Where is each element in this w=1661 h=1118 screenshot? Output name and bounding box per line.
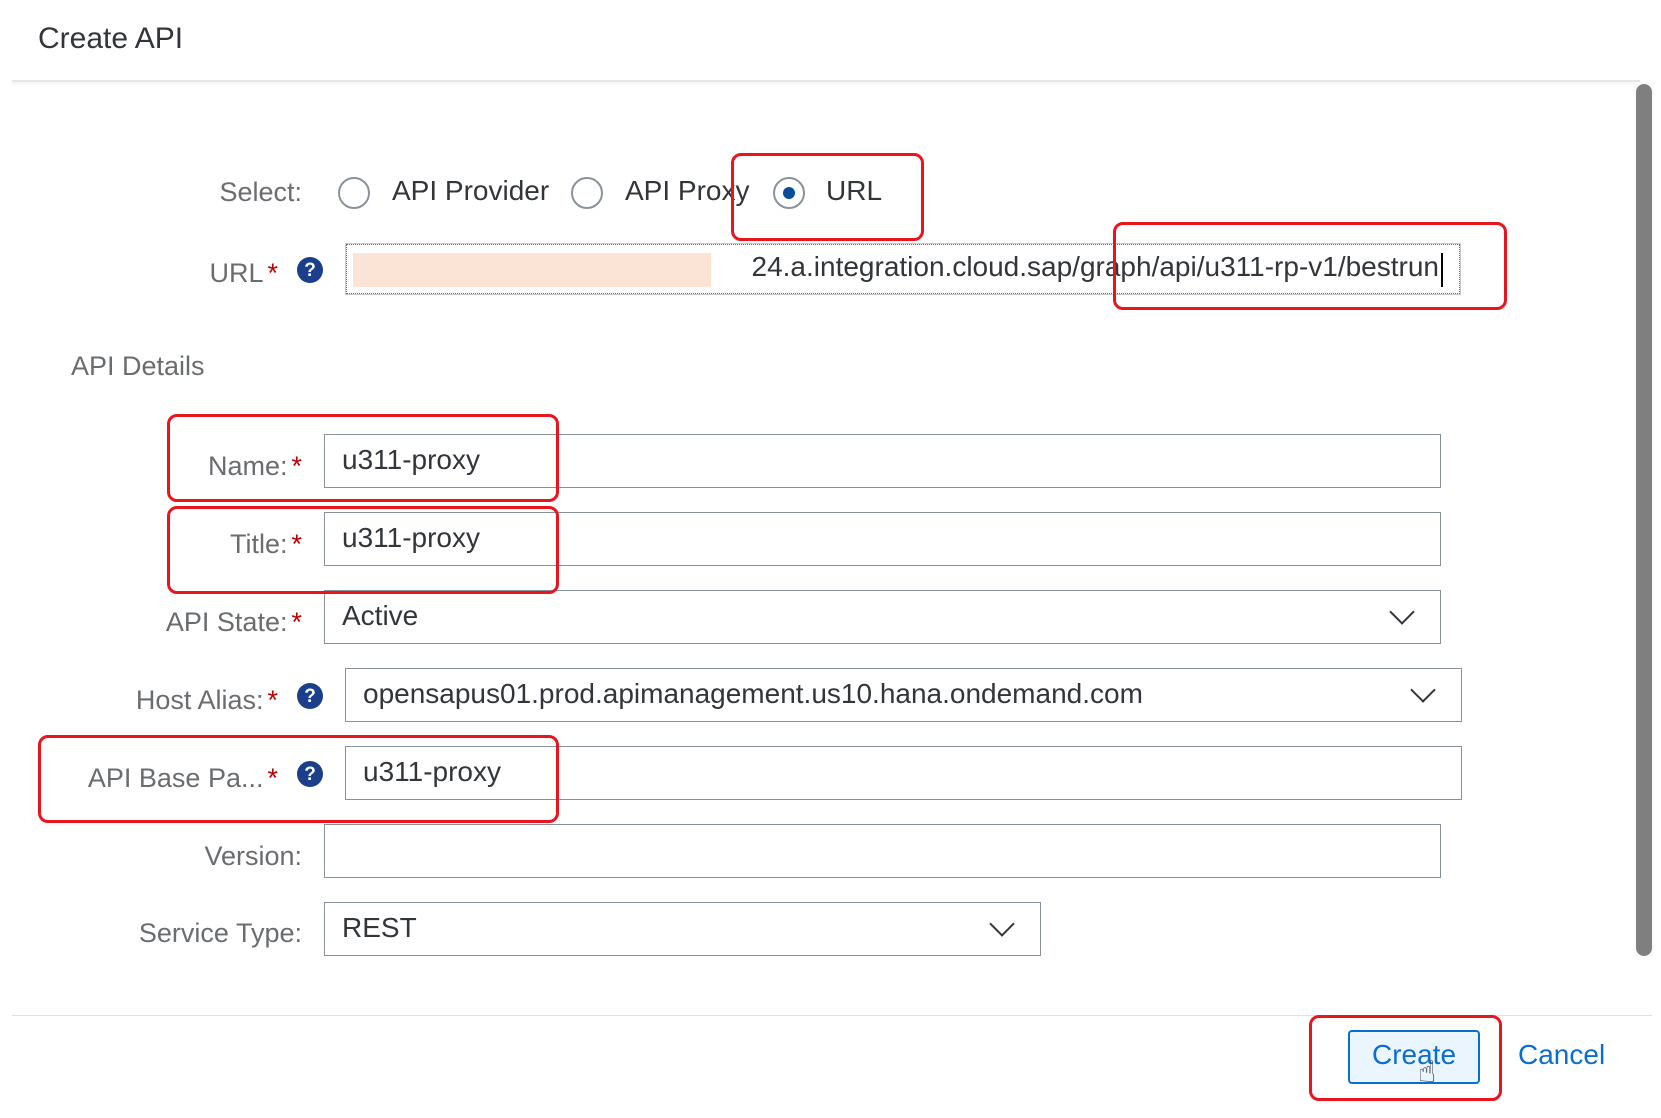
url-label-text: URL: [209, 258, 264, 288]
host-alias-select[interactable]: opensapus01.prod.apimanagement.us10.hana…: [345, 668, 1462, 722]
help-icon[interactable]: ?: [297, 683, 323, 709]
select-label: Select:: [219, 177, 302, 207]
radio-button[interactable]: [338, 177, 370, 209]
host-alias-label-text: Host Alias:: [135, 685, 264, 715]
header-separator: [12, 80, 1640, 82]
section-title-api-details: API Details: [71, 351, 205, 381]
service-type-value: REST: [324, 902, 1041, 956]
redacted-url-part: [353, 253, 711, 287]
service-type-label: Service Type:: [138, 918, 302, 948]
url-label: URL *: [150, 258, 278, 289]
annotation-box-name: [167, 414, 559, 502]
api-state-value: Active: [324, 590, 1441, 644]
annotation-box-url-end: [1113, 222, 1507, 310]
radio-button[interactable]: [571, 177, 603, 209]
api-state-select[interactable]: Active: [324, 590, 1441, 644]
host-alias-value: opensapus01.prod.apimanagement.us10.hana…: [345, 668, 1462, 722]
scrollbar-thumb[interactable]: [1636, 84, 1652, 956]
radio-api-provider[interactable]: [338, 177, 370, 209]
cancel-button[interactable]: Cancel: [1518, 1032, 1605, 1078]
annotation-box-title: [167, 506, 559, 594]
required-marker: *: [267, 258, 278, 288]
required-marker: *: [291, 607, 302, 637]
version-input[interactable]: [324, 824, 1441, 878]
radio-api-provider-label[interactable]: API Provider: [392, 175, 549, 207]
annotation-box-create: [1309, 1015, 1502, 1101]
api-state-label-text: API State:: [165, 607, 288, 637]
host-alias-label: Host Alias: *: [100, 685, 278, 716]
required-marker: *: [267, 685, 278, 715]
annotation-box-base-path: [38, 735, 559, 823]
help-icon[interactable]: ?: [297, 257, 323, 283]
annotation-box-url-radio: [731, 153, 924, 241]
api-state-label: API State: *: [100, 607, 302, 638]
dialog-title: Create API: [38, 22, 184, 55]
service-type-select[interactable]: REST: [324, 902, 1041, 956]
version-label: Version:: [204, 841, 302, 871]
radio-api-proxy[interactable]: [571, 177, 603, 209]
